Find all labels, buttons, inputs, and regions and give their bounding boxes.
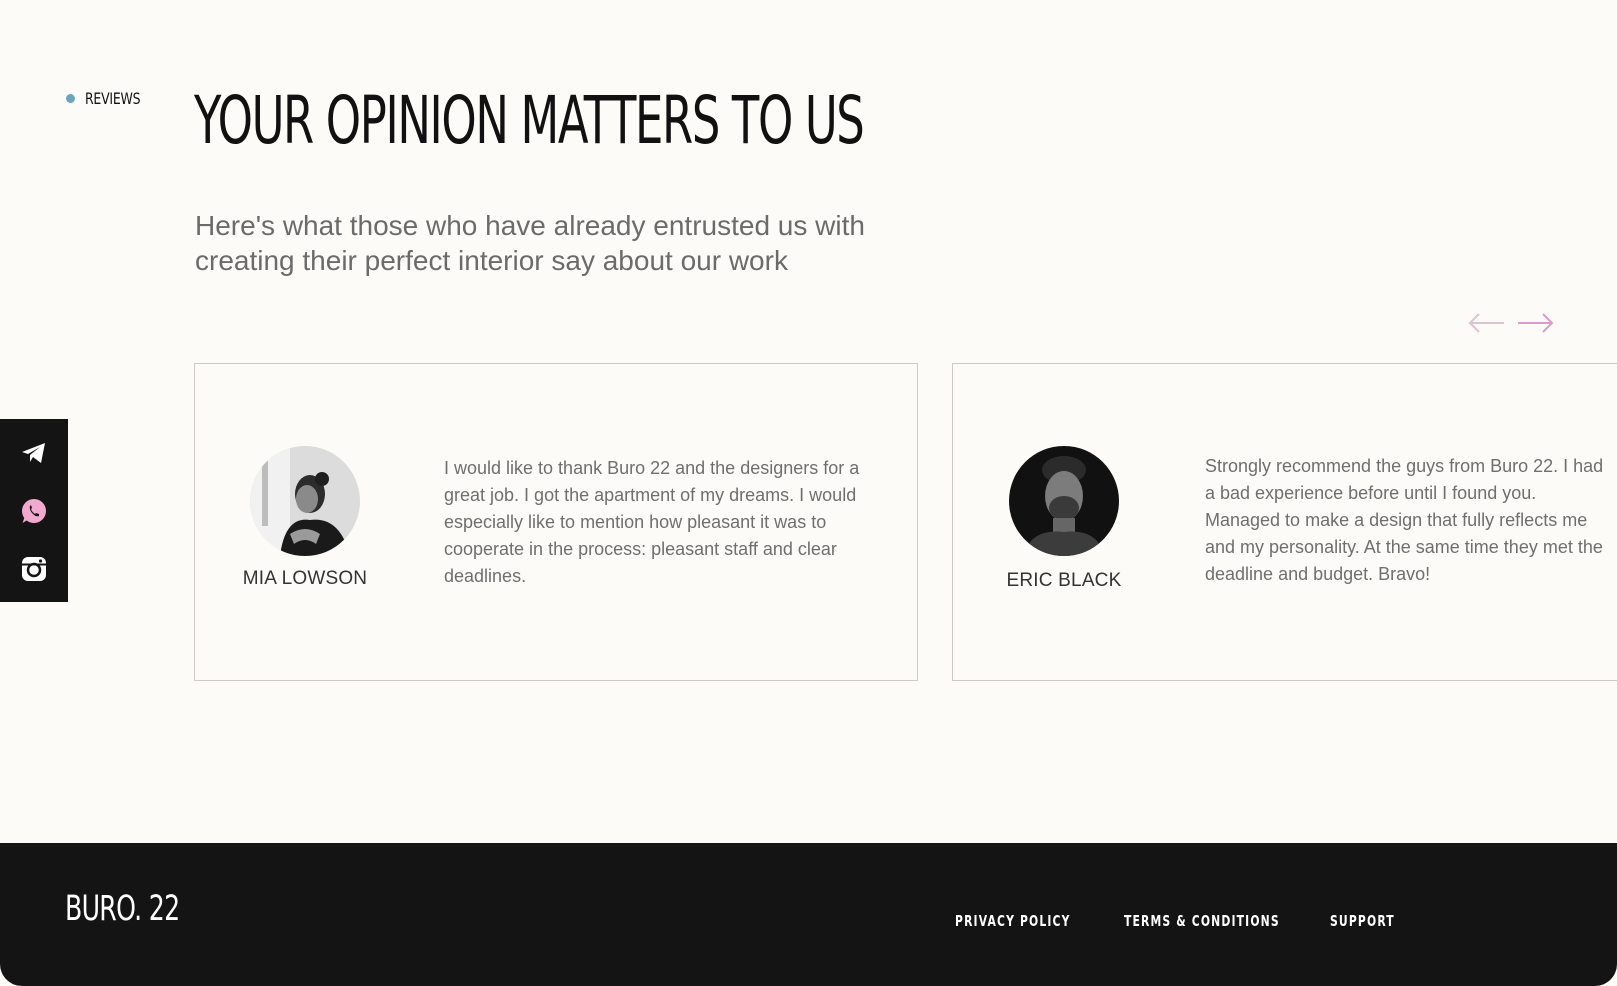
whatsapp-icon[interactable] [20,497,48,525]
telegram-icon[interactable] [20,439,48,467]
arrow-right-icon[interactable] [1516,309,1554,337]
support-link[interactable]: SUPPORT [1330,912,1395,930]
instagram-icon[interactable] [20,555,48,583]
avatar [1009,446,1119,556]
page-title: YOUR OPINION MATTERS TO US [194,82,865,159]
section-tag: REVIEWS [66,89,156,108]
carousel-controls [1468,309,1554,337]
review-line: Managed to make a design that fully refl… [1205,510,1588,530]
section-tag-dot [66,94,75,103]
review-text: Strongly recommend the guys from Buro 22… [1205,453,1617,588]
review-text: I would like to thank Buro 22 and the de… [444,458,860,586]
page-subtitle: Here's what those who have already entru… [195,210,865,276]
avatar [250,446,360,556]
footer-logo[interactable]: BURO. 22 [65,889,180,929]
review-line: and my personality. At the same time the… [1205,537,1603,557]
privacy-policy-link[interactable]: PRIVACY POLICY [955,912,1071,930]
terms-conditions-link[interactable]: TERMS & CONDITIONS [1124,912,1280,930]
review-line: deadline and budget. Bravo! [1205,564,1431,584]
social-sidebar [0,419,68,602]
review-card: ERIC BLACK Strongly recommend the guys f… [952,363,1617,681]
reviewer-name: MIA LOWSON [242,568,368,589]
review-line: Strongly recommend the guys from Buro 22… [1205,456,1604,476]
arrow-left-icon[interactable] [1468,309,1506,337]
review-line: a bad experience before until I found yo… [1205,483,1537,503]
section-tag-label: REVIEWS [85,89,141,108]
review-card: MIA LOWSON I would like to thank Buro 22… [194,363,918,681]
reviewer-name: ERIC BLACK [1006,570,1122,591]
footer: BURO. 22 PRIVACY POLICY TERMS & CONDITIO… [0,843,1617,986]
